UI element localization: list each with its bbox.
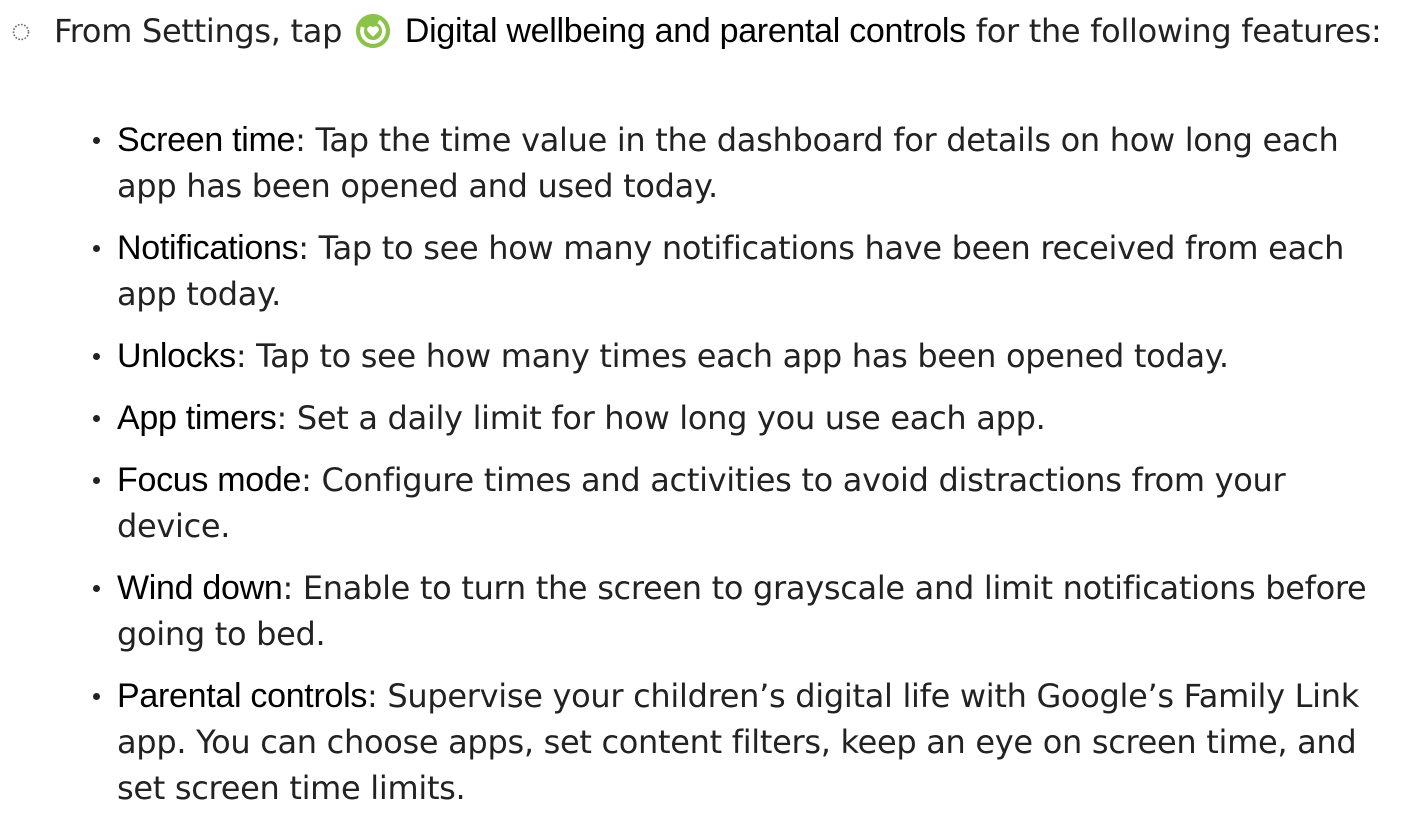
bullet-icon (93, 245, 100, 252)
feature-separator: : (276, 399, 288, 437)
bullet-icon (93, 415, 100, 422)
feature-description: Tap to see how many times each app has b… (246, 337, 1229, 375)
list-item-parental-controls: Parental controls: Supervise your childr… (0, 673, 1402, 811)
feature-separator: : (298, 229, 309, 267)
feature-separator: : (301, 461, 312, 499)
bullet-icon (93, 585, 100, 592)
list-item-notifications: Notifications: Tap to see how many notif… (0, 225, 1402, 317)
feature-title: Parental controls (117, 677, 368, 715)
list-item-wind-down: Wind down: Enable to turn the screen to … (0, 565, 1402, 657)
feature-title: Notifications (117, 229, 299, 267)
feature-title: Unlocks (117, 337, 236, 375)
feature-description: Enable to turn the screen to grayscale a… (117, 569, 1367, 653)
feature-title: Screen time (117, 121, 296, 159)
app-name: Digital wellbeing and parental controls (404, 12, 966, 50)
bullet-icon (93, 137, 100, 144)
step-prefix: From Settings, tap (54, 12, 343, 50)
list-item-focus-mode: Focus mode: Configure times and activiti… (0, 457, 1402, 549)
list-item-screen-time: Screen time: Tap the time value in the d… (0, 117, 1402, 209)
bullet-icon (93, 693, 100, 700)
feature-separator: : (295, 121, 306, 159)
digital-wellbeing-icon (355, 13, 391, 49)
feature-separator: : (235, 337, 247, 375)
feature-description: Set a daily limit for how long you use e… (286, 399, 1046, 437)
step-circle-icon (12, 23, 30, 41)
document-page: From Settings, tap Digital wellbeing and… (0, 0, 1402, 807)
bullet-icon (93, 477, 100, 484)
feature-title: Wind down (117, 569, 283, 607)
feature-title: App timers (117, 399, 277, 437)
feature-separator: : (367, 677, 378, 715)
feature-separator: : (282, 569, 294, 607)
step-instruction: From Settings, tap Digital wellbeing and… (0, 0, 1402, 54)
list-item-app-timers: App timers: Set a daily limit for how lo… (0, 395, 1402, 441)
list-item-unlocks: Unlocks: Tap to see how many times each … (0, 333, 1402, 379)
feature-title: Focus mode (117, 461, 302, 499)
step-suffix: for the following features: (975, 12, 1382, 50)
bullet-icon (93, 353, 100, 360)
feature-list: Screen time: Tap the time value in the d… (0, 117, 1402, 827)
